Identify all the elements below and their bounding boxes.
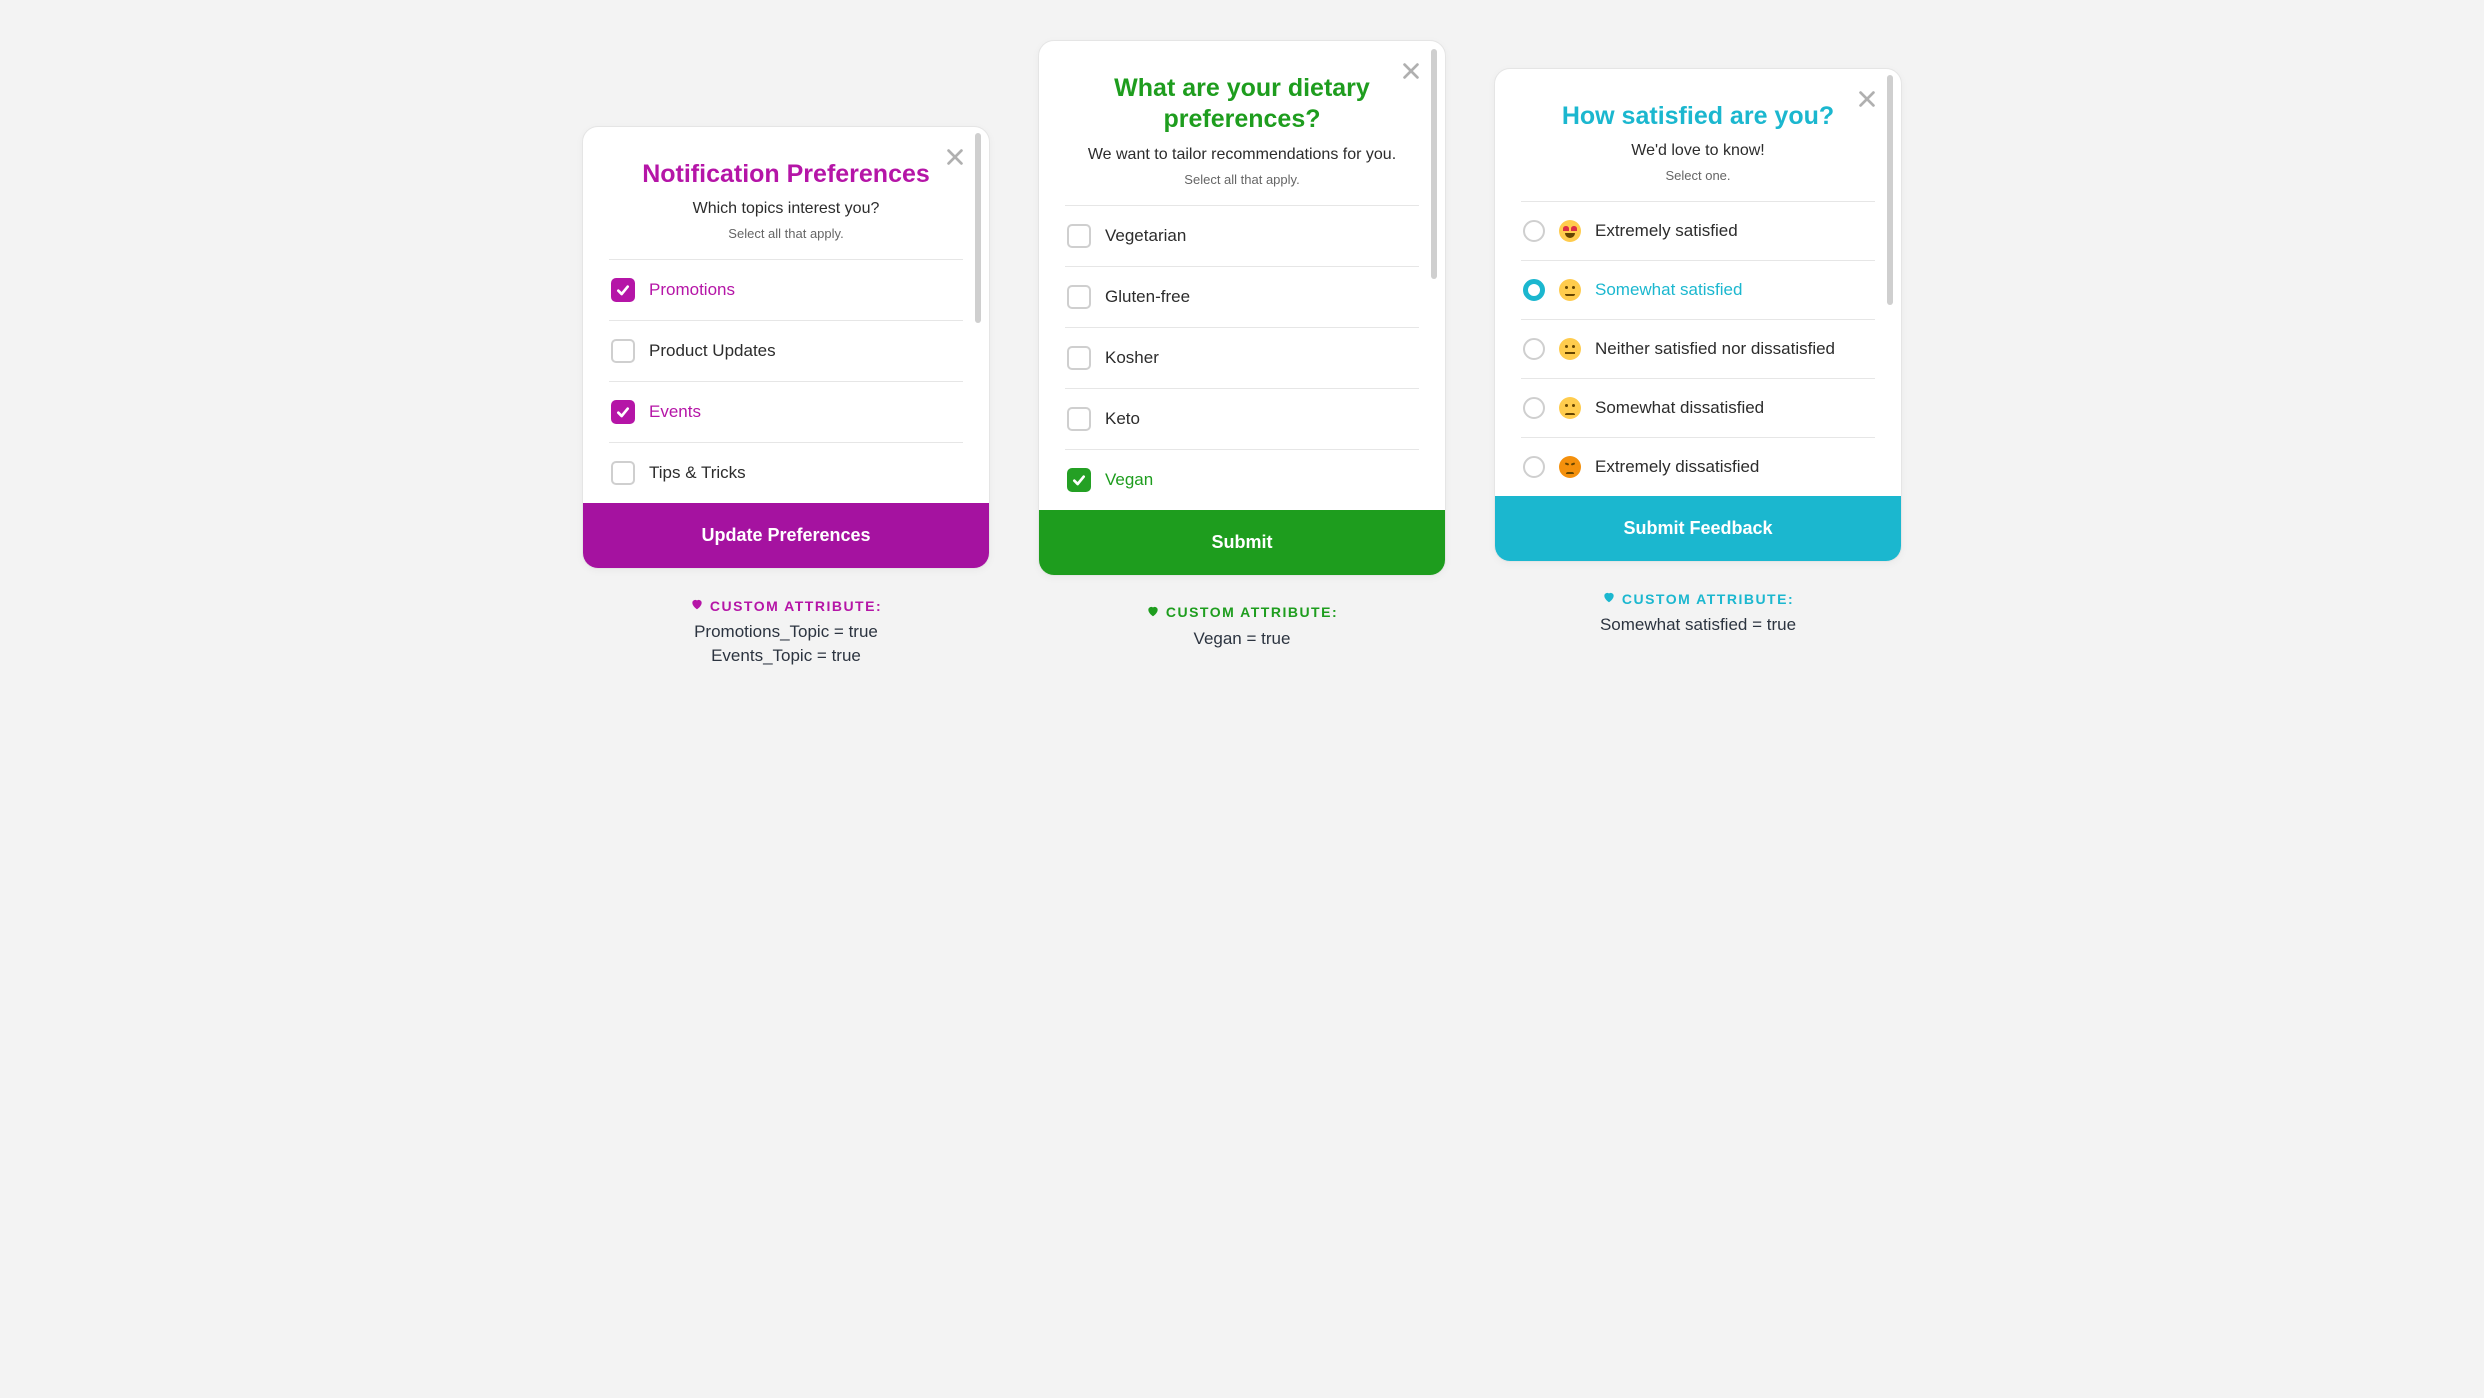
- close-icon[interactable]: [1395, 55, 1427, 87]
- radio-icon: [1523, 456, 1545, 478]
- option-label: Somewhat dissatisfied: [1595, 398, 1764, 418]
- checkbox-icon: [1067, 407, 1091, 431]
- update-preferences-button[interactable]: Update Preferences: [583, 503, 989, 568]
- option-tips-tricks[interactable]: Tips & Tricks: [609, 443, 963, 503]
- checkbox-icon: [1067, 224, 1091, 248]
- smile-emoji-icon: [1559, 279, 1581, 301]
- neutral-emoji-icon: [1559, 338, 1581, 360]
- card-note: Select all that apply.: [611, 226, 961, 241]
- checkbox-icon: [611, 278, 635, 302]
- option-promotions[interactable]: Promotions: [609, 260, 963, 320]
- heart-icon: [1602, 590, 1616, 607]
- angry-emoji-icon: [1559, 456, 1581, 478]
- scrollbar[interactable]: [975, 133, 981, 323]
- option-extremely-dissatisfied[interactable]: Extremely dissatisfied: [1521, 438, 1875, 496]
- option-label: Extremely dissatisfied: [1595, 457, 1759, 477]
- card-header: How satisfied are you? We'd love to know…: [1495, 69, 1901, 195]
- card-note: Select all that apply.: [1067, 172, 1417, 187]
- card-satisfaction: How satisfied are you? We'd love to know…: [1494, 68, 1902, 562]
- card-note: Select one.: [1523, 168, 1873, 183]
- option-label: Kosher: [1105, 348, 1159, 368]
- card-notification-preferences: Notification Preferences Which topics in…: [582, 126, 990, 569]
- label-text: CUSTOM ATTRIBUTE:: [1166, 604, 1338, 620]
- option-product-updates[interactable]: Product Updates: [609, 321, 963, 381]
- custom-attribute-label: CUSTOM ATTRIBUTE:: [690, 597, 882, 614]
- scrollbar[interactable]: [1887, 75, 1893, 305]
- option-label: Tips & Tricks: [649, 463, 746, 483]
- option-label: Vegetarian: [1105, 226, 1186, 246]
- heart-eyes-emoji-icon: [1559, 220, 1581, 242]
- attribute-line: Events_Topic = true: [690, 646, 882, 666]
- option-somewhat-satisfied[interactable]: Somewhat satisfied: [1521, 261, 1875, 319]
- options-scroll-area: Vegetarian Gluten-free Kosher Keto: [1039, 199, 1445, 510]
- card-column-notifications: Notification Preferences Which topics in…: [582, 126, 990, 670]
- card-column-dietary: What are your dietary preferences? We wa…: [1038, 40, 1446, 653]
- card-title: Notification Preferences: [611, 155, 961, 200]
- options-scroll-area: Promotions Product Updates Events Tips &…: [583, 253, 989, 503]
- label-text: CUSTOM ATTRIBUTE:: [710, 598, 882, 614]
- option-extremely-satisfied[interactable]: Extremely satisfied: [1521, 202, 1875, 260]
- option-keto[interactable]: Keto: [1065, 389, 1419, 449]
- option-label: Extremely satisfied: [1595, 221, 1738, 241]
- card-subtitle: Which topics interest you?: [611, 200, 961, 218]
- radio-icon: [1523, 279, 1545, 301]
- card-dietary-preferences: What are your dietary preferences? We wa…: [1038, 40, 1446, 576]
- radio-icon: [1523, 220, 1545, 242]
- custom-attribute-footer: CUSTOM ATTRIBUTE: Vegan = true: [1146, 604, 1338, 653]
- close-icon[interactable]: [1851, 83, 1883, 115]
- submit-feedback-button[interactable]: Submit Feedback: [1495, 496, 1901, 561]
- submit-button[interactable]: Submit: [1039, 510, 1445, 575]
- attribute-line: Vegan = true: [1146, 629, 1338, 649]
- close-icon[interactable]: [939, 141, 971, 173]
- option-events[interactable]: Events: [609, 382, 963, 442]
- attribute-line: Somewhat satisfied = true: [1600, 615, 1796, 635]
- card-header: Notification Preferences Which topics in…: [583, 127, 989, 253]
- card-subtitle: We want to tailor recommendations for yo…: [1067, 146, 1417, 164]
- card-subtitle: We'd love to know!: [1523, 142, 1873, 160]
- checkbox-icon: [611, 461, 635, 485]
- radio-icon: [1523, 338, 1545, 360]
- label-text: CUSTOM ATTRIBUTE:: [1622, 591, 1794, 607]
- option-label: Promotions: [649, 280, 735, 300]
- custom-attribute-label: CUSTOM ATTRIBUTE:: [1146, 604, 1338, 621]
- card-column-satisfaction: How satisfied are you? We'd love to know…: [1494, 68, 1902, 639]
- option-kosher[interactable]: Kosher: [1065, 328, 1419, 388]
- option-label: Neither satisfied nor dissatisfied: [1595, 339, 1835, 359]
- checkbox-icon: [1067, 468, 1091, 492]
- option-somewhat-dissatisfied[interactable]: Somewhat dissatisfied: [1521, 379, 1875, 437]
- option-label: Somewhat satisfied: [1595, 280, 1742, 300]
- scrollbar[interactable]: [1431, 49, 1437, 279]
- checkbox-icon: [1067, 285, 1091, 309]
- custom-attribute-footer: CUSTOM ATTRIBUTE: Promotions_Topic = tru…: [690, 597, 882, 670]
- custom-attribute-footer: CUSTOM ATTRIBUTE: Somewhat satisfied = t…: [1600, 590, 1796, 639]
- option-label: Product Updates: [649, 341, 776, 361]
- option-label: Vegan: [1105, 470, 1153, 490]
- options-scroll-area: Extremely satisfied Somewhat satisfied N…: [1495, 195, 1901, 496]
- card-title: How satisfied are you?: [1523, 97, 1873, 142]
- option-neither[interactable]: Neither satisfied nor dissatisfied: [1521, 320, 1875, 378]
- card-header: What are your dietary preferences? We wa…: [1039, 41, 1445, 199]
- heart-icon: [690, 597, 704, 614]
- option-label: Keto: [1105, 409, 1140, 429]
- heart-icon: [1146, 604, 1160, 621]
- attribute-line: Promotions_Topic = true: [690, 622, 882, 642]
- option-gluten-free[interactable]: Gluten-free: [1065, 267, 1419, 327]
- option-vegetarian[interactable]: Vegetarian: [1065, 206, 1419, 266]
- checkbox-icon: [611, 400, 635, 424]
- option-vegan[interactable]: Vegan: [1065, 450, 1419, 510]
- option-label: Gluten-free: [1105, 287, 1190, 307]
- card-title: What are your dietary preferences?: [1067, 69, 1417, 146]
- cards-wrapper: Notification Preferences Which topics in…: [512, 40, 1972, 670]
- option-label: Events: [649, 402, 701, 422]
- checkbox-icon: [611, 339, 635, 363]
- custom-attribute-label: CUSTOM ATTRIBUTE:: [1600, 590, 1796, 607]
- radio-icon: [1523, 397, 1545, 419]
- sad-emoji-icon: [1559, 397, 1581, 419]
- checkbox-icon: [1067, 346, 1091, 370]
